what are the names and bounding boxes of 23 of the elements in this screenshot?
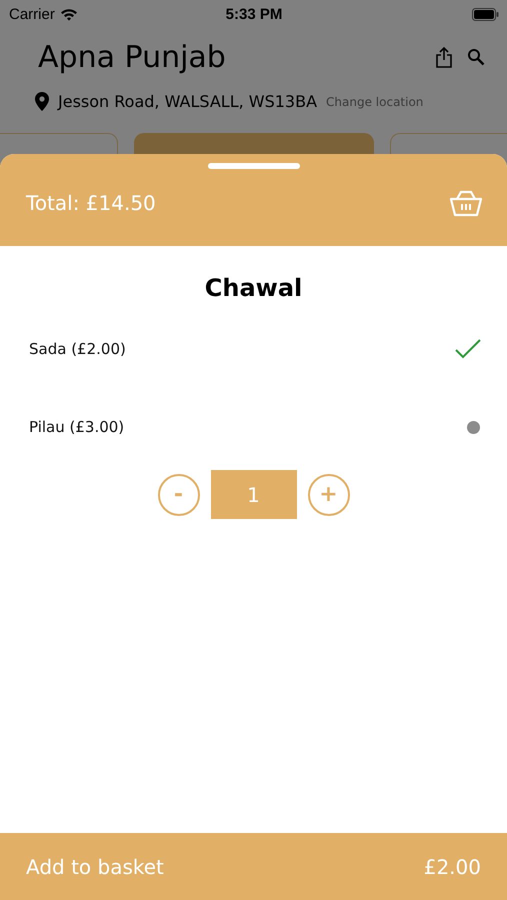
option-row[interactable]: Pilau (£3.00) <box>0 388 507 466</box>
change-location-link[interactable]: Change location <box>326 94 424 108</box>
decrease-button[interactable]: - <box>158 474 200 516</box>
option-label: Pilau (£3.00) <box>29 418 124 436</box>
category-tab[interactable] <box>134 133 374 154</box>
status-time: 5:33 PM <box>226 6 282 22</box>
basket-total: Total: £14.50 <box>26 191 156 215</box>
carrier-name: Carrier <box>9 6 55 22</box>
wifi-icon <box>60 8 78 20</box>
location-pin-icon <box>35 92 49 111</box>
restaurant-name: Apna Punjab <box>38 40 226 74</box>
option-row[interactable]: Sada (£2.00) <box>0 310 507 388</box>
search-icon[interactable] <box>467 48 485 66</box>
option-label: Sada (£2.00) <box>29 340 126 358</box>
share-icon[interactable] <box>435 46 453 68</box>
add-to-basket-button[interactable]: Add to basket £2.00 <box>0 833 507 900</box>
dish-title: Chawal <box>204 274 302 302</box>
drag-handle[interactable] <box>208 163 300 169</box>
quantity-value: 1 <box>210 470 296 519</box>
basket-icon[interactable] <box>449 189 483 217</box>
increase-button[interactable]: + <box>308 474 350 516</box>
restaurant-address: Jesson Road, WALSALL, WS13BA <box>58 92 318 111</box>
battery-icon <box>472 8 499 20</box>
